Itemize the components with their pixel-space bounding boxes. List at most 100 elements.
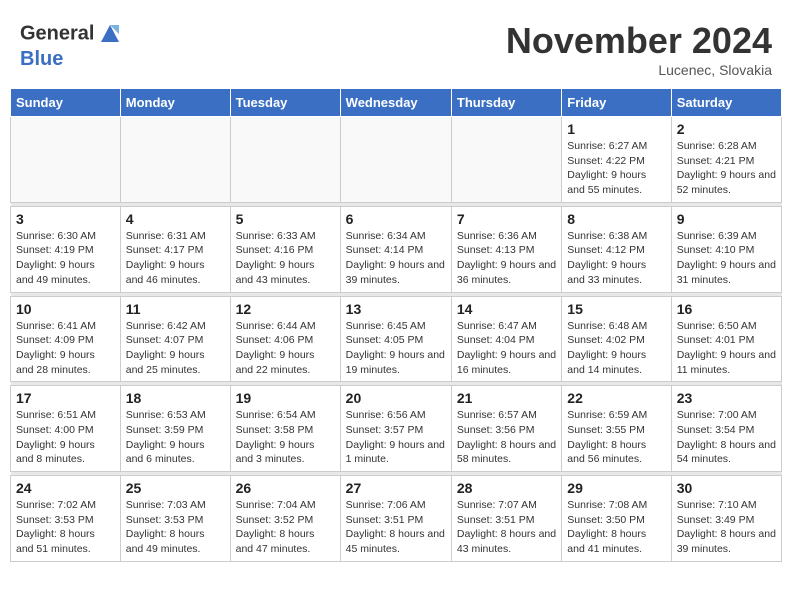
day-info: Sunrise: 6:39 AMSunset: 4:10 PMDaylight:…: [677, 229, 776, 288]
day-number: 30: [677, 480, 776, 496]
weekday-header-saturday: Saturday: [671, 89, 781, 117]
day-info: Sunrise: 6:38 AMSunset: 4:12 PMDaylight:…: [567, 229, 665, 288]
calendar-cell: 30 Sunrise: 7:10 AMSunset: 3:49 PMDayligh…: [671, 476, 781, 562]
day-number: 22: [567, 390, 665, 406]
day-number: 21: [457, 390, 556, 406]
calendar-cell: 29Sunrise: 7:08 AMSunset: 3:50 PMDayligh…: [562, 476, 671, 562]
day-number: 20: [346, 390, 446, 406]
calendar-table: SundayMondayTuesdayWednesdayThursdayFrid…: [10, 88, 782, 562]
day-number: 8: [567, 211, 665, 227]
weekday-header-tuesday: Tuesday: [230, 89, 340, 117]
calendar-cell: [11, 117, 121, 203]
calendar-cell: 1Sunrise: 6:27 AMSunset: 4:22 PMDaylight…: [562, 117, 671, 203]
calendar-cell: 22 Sunrise: 6:59 AMSunset: 3:55 PMDayligh…: [562, 386, 671, 472]
calendar-cell: 23Sunrise: 7:00 AMSunset: 3:54 PMDayligh…: [671, 386, 781, 472]
calendar-cell: 16 Sunrise: 6:50 AMSunset: 4:01 PMDayligh…: [671, 296, 781, 382]
day-number: 23: [677, 390, 776, 406]
calendar-week-2: 3 Sunrise: 6:30 AMSunset: 4:19 PMDaylight…: [11, 206, 782, 292]
day-number: 28: [457, 480, 556, 496]
calendar-cell: 24 Sunrise: 7:02 AMSunset: 3:53 PMDayligh…: [11, 476, 121, 562]
day-info: Sunrise: 6:31 AMSunset: 4:17 PMDaylight:…: [126, 229, 225, 288]
day-number: 24: [16, 480, 115, 496]
day-number: 25: [126, 480, 225, 496]
day-info: Sunrise: 6:45 AMSunset: 4:05 PMDaylight:…: [346, 319, 446, 378]
day-info: Sunrise: 6:34 AMSunset: 4:14 PMDaylight:…: [346, 229, 446, 288]
calendar-cell: 10 Sunrise: 6:41 AMSunset: 4:09 PMDayligh…: [11, 296, 121, 382]
day-number: 27: [346, 480, 446, 496]
day-info: Sunrise: 6:50 AMSunset: 4:01 PMDaylight:…: [677, 319, 776, 378]
calendar-cell: 6 Sunrise: 6:34 AMSunset: 4:14 PMDaylight…: [340, 206, 451, 292]
calendar-cell: 25 Sunrise: 7:03 AMSunset: 3:53 PMDayligh…: [120, 476, 230, 562]
day-number: 4: [126, 211, 225, 227]
day-number: 19: [236, 390, 335, 406]
calendar-cell: 13 Sunrise: 6:45 AMSunset: 4:05 PMDayligh…: [340, 296, 451, 382]
weekday-header-sunday: Sunday: [11, 89, 121, 117]
calendar-week-1: 1Sunrise: 6:27 AMSunset: 4:22 PMDaylight…: [11, 117, 782, 203]
calendar-cell: 4 Sunrise: 6:31 AMSunset: 4:17 PMDaylight…: [120, 206, 230, 292]
day-info: Sunrise: 6:41 AMSunset: 4:09 PMDaylight:…: [16, 319, 115, 378]
calendar-header: SundayMondayTuesdayWednesdayThursdayFrid…: [11, 89, 782, 117]
day-info: Sunrise: 6:27 AMSunset: 4:22 PMDaylight:…: [567, 139, 665, 198]
day-info: Sunrise: 7:10 AMSunset: 3:49 PMDaylight:…: [677, 498, 776, 557]
day-number: 17: [16, 390, 115, 406]
day-info: Sunrise: 6:53 AMSunset: 3:59 PMDaylight:…: [126, 408, 225, 467]
day-info: Sunrise: 6:28 AMSunset: 4:21 PMDaylight:…: [677, 139, 776, 198]
day-number: 10: [16, 301, 115, 317]
logo-icon: [96, 20, 124, 48]
weekday-header-friday: Friday: [562, 89, 671, 117]
calendar-cell: [230, 117, 340, 203]
day-info: Sunrise: 6:36 AMSunset: 4:13 PMDaylight:…: [457, 229, 556, 288]
month-title: November 2024: [506, 20, 772, 62]
day-number: 7: [457, 211, 556, 227]
day-info: Sunrise: 7:04 AMSunset: 3:52 PMDaylight:…: [236, 498, 335, 557]
day-number: 14: [457, 301, 556, 317]
day-info: Sunrise: 6:42 AMSunset: 4:07 PMDaylight:…: [126, 319, 225, 378]
day-number: 6: [346, 211, 446, 227]
day-info: Sunrise: 7:03 AMSunset: 3:53 PMDaylight:…: [126, 498, 225, 557]
calendar-cell: 12 Sunrise: 6:44 AMSunset: 4:06 PMDayligh…: [230, 296, 340, 382]
calendar-cell: [340, 117, 451, 203]
logo: General Blue: [20, 20, 124, 70]
day-number: 3: [16, 211, 115, 227]
calendar-cell: 28 Sunrise: 7:07 AMSunset: 3:51 PMDayligh…: [451, 476, 561, 562]
calendar-cell: 26 Sunrise: 7:04 AMSunset: 3:52 PMDayligh…: [230, 476, 340, 562]
calendar-cell: 19 Sunrise: 6:54 AMSunset: 3:58 PMDayligh…: [230, 386, 340, 472]
calendar-cell: [120, 117, 230, 203]
calendar-week-3: 10 Sunrise: 6:41 AMSunset: 4:09 PMDayligh…: [11, 296, 782, 382]
day-number: 9: [677, 211, 776, 227]
calendar-cell: 14Sunrise: 6:47 AMSunset: 4:04 PMDayligh…: [451, 296, 561, 382]
day-info: Sunrise: 6:48 AMSunset: 4:02 PMDaylight:…: [567, 319, 665, 378]
day-info: Sunrise: 7:02 AMSunset: 3:53 PMDaylight:…: [16, 498, 115, 557]
day-info: Sunrise: 6:57 AMSunset: 3:56 PMDaylight:…: [457, 408, 556, 467]
calendar-cell: 18Sunrise: 6:53 AMSunset: 3:59 PMDayligh…: [120, 386, 230, 472]
calendar-cell: 8 Sunrise: 6:38 AMSunset: 4:12 PMDaylight…: [562, 206, 671, 292]
day-info: Sunrise: 7:06 AMSunset: 3:51 PMDaylight:…: [346, 498, 446, 557]
calendar-cell: 3 Sunrise: 6:30 AMSunset: 4:19 PMDaylight…: [11, 206, 121, 292]
day-info: Sunrise: 7:07 AMSunset: 3:51 PMDaylight:…: [457, 498, 556, 557]
calendar-cell: 21 Sunrise: 6:57 AMSunset: 3:56 PMDayligh…: [451, 386, 561, 472]
calendar-cell: 7 Sunrise: 6:36 AMSunset: 4:13 PMDaylight…: [451, 206, 561, 292]
calendar-week-5: 24 Sunrise: 7:02 AMSunset: 3:53 PMDayligh…: [11, 476, 782, 562]
logo-text: General: [20, 20, 124, 48]
page-header: General Blue November 2024 Lucenec, Slov…: [10, 10, 782, 83]
weekday-header-wednesday: Wednesday: [340, 89, 451, 117]
day-number: 2: [677, 121, 776, 137]
calendar-cell: 9 Sunrise: 6:39 AMSunset: 4:10 PMDaylight…: [671, 206, 781, 292]
day-number: 15: [567, 301, 665, 317]
day-number: 26: [236, 480, 335, 496]
day-number: 12: [236, 301, 335, 317]
day-info: Sunrise: 6:44 AMSunset: 4:06 PMDaylight:…: [236, 319, 335, 378]
day-info: Sunrise: 6:59 AMSunset: 3:55 PMDaylight:…: [567, 408, 665, 467]
day-number: 16: [677, 301, 776, 317]
logo-blue: Blue: [20, 48, 124, 70]
day-info: Sunrise: 6:56 AMSunset: 3:57 PMDaylight:…: [346, 408, 446, 467]
day-number: 11: [126, 301, 225, 317]
day-number: 13: [346, 301, 446, 317]
day-info: Sunrise: 7:08 AMSunset: 3:50 PMDaylight:…: [567, 498, 665, 557]
title-block: November 2024 Lucenec, Slovakia: [506, 20, 772, 78]
calendar-cell: [451, 117, 561, 203]
calendar-cell: 15 Sunrise: 6:48 AMSunset: 4:02 PMDayligh…: [562, 296, 671, 382]
day-info: Sunrise: 6:30 AMSunset: 4:19 PMDaylight:…: [16, 229, 115, 288]
day-info: Sunrise: 6:54 AMSunset: 3:58 PMDaylight:…: [236, 408, 335, 467]
day-info: Sunrise: 6:33 AMSunset: 4:16 PMDaylight:…: [236, 229, 335, 288]
